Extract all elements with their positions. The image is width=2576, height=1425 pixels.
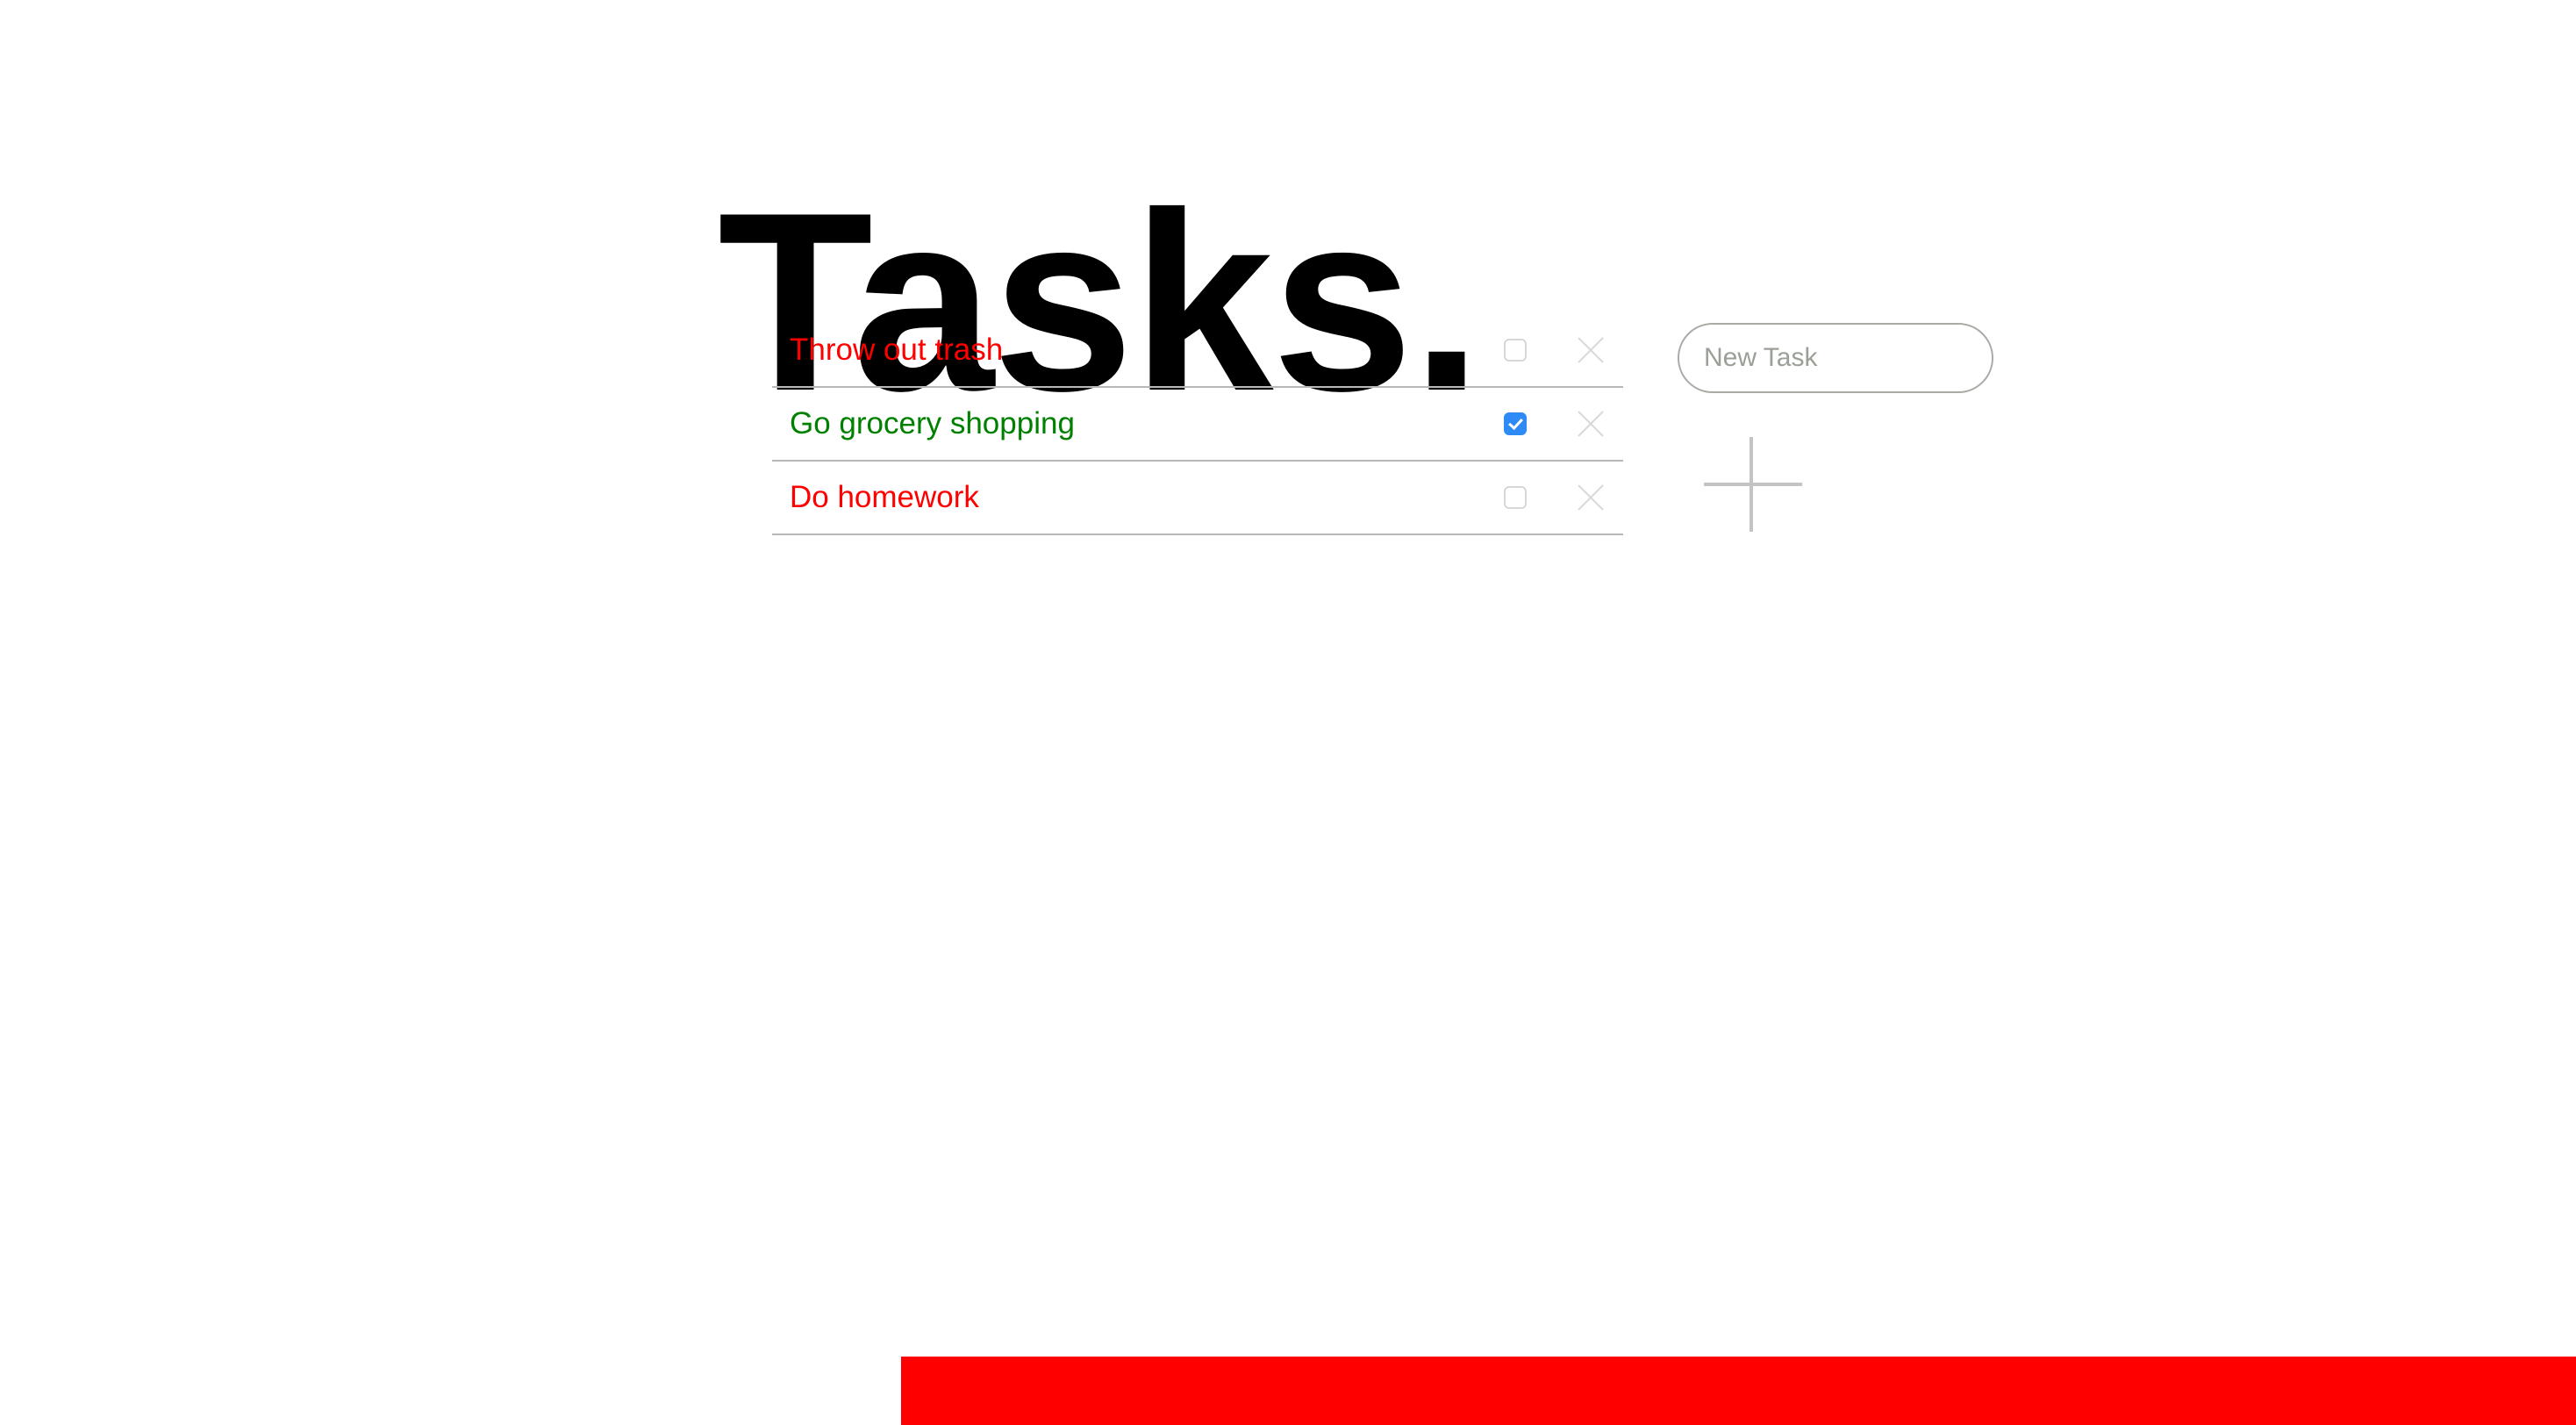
close-x-icon[interactable] bbox=[1576, 409, 1606, 439]
new-task-panel bbox=[1678, 323, 1993, 532]
add-task-button[interactable] bbox=[1697, 435, 1806, 533]
close-x-icon[interactable] bbox=[1576, 335, 1606, 365]
close-x-icon[interactable] bbox=[1576, 483, 1606, 512]
task-row: Throw out trash bbox=[772, 314, 1623, 388]
bottom-banner bbox=[901, 1357, 2576, 1425]
task-row: Do homework bbox=[772, 462, 1623, 535]
unchecked-checkbox-icon[interactable] bbox=[1504, 486, 1527, 509]
task-label: Throw out trash bbox=[790, 332, 1004, 367]
task-list: Throw out trash Go grocery shopping Do h… bbox=[772, 314, 1623, 535]
plus-icon bbox=[1697, 435, 1806, 533]
task-label: Do homework bbox=[790, 479, 979, 514]
new-task-input[interactable] bbox=[1678, 323, 1993, 393]
task-label: Go grocery shopping bbox=[790, 405, 1075, 440]
unchecked-checkbox-icon[interactable] bbox=[1504, 339, 1527, 362]
checked-checkbox-icon[interactable] bbox=[1504, 412, 1527, 435]
task-row: Go grocery shopping bbox=[772, 388, 1623, 462]
